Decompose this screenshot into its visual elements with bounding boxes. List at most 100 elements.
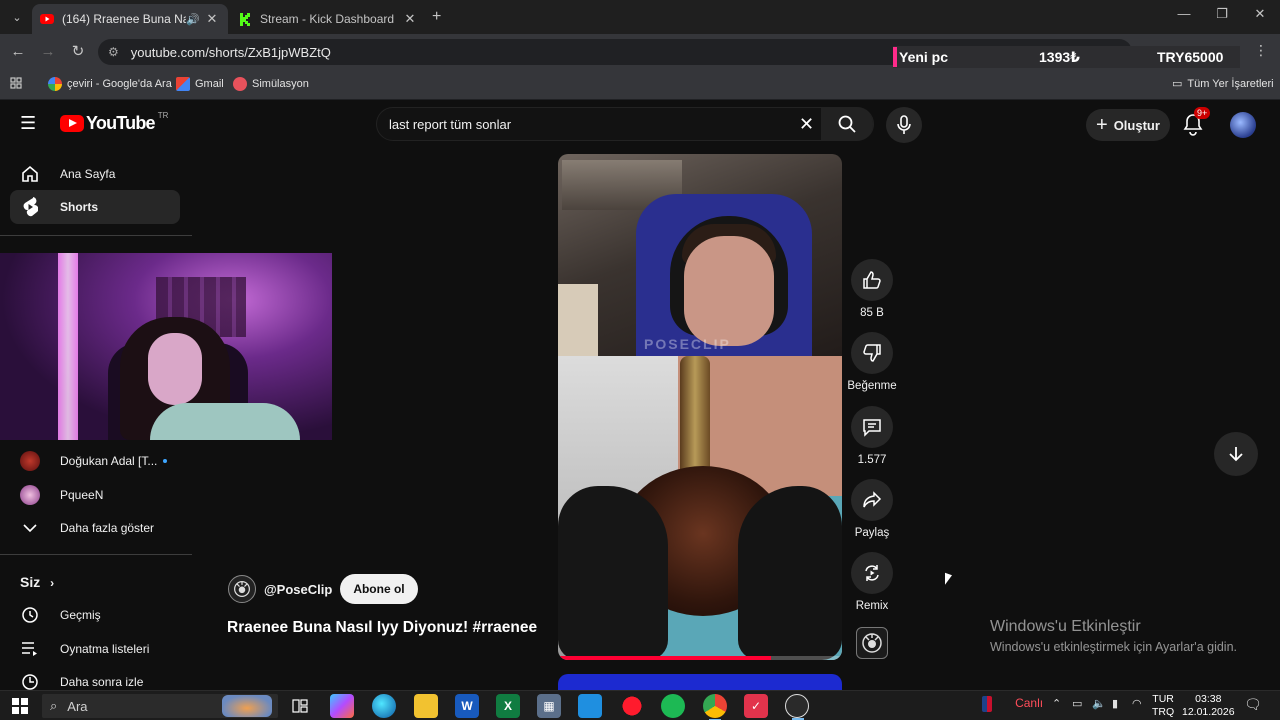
windows-taskbar: ⌕ Ara W X ▦ ✓ Canlı ⌃ ▭ 🔈 ▮ ◠ TUR TRQ 03… [0,690,1280,720]
all-bookmarks-label: Tüm Yer İşaretleri [1187,77,1274,90]
like-button[interactable] [851,259,893,301]
you-section-heading[interactable]: Siz › [20,574,54,590]
channel-name[interactable]: @PoseClip [264,582,332,597]
edge-icon[interactable] [372,694,396,718]
dislike-button[interactable] [851,332,893,374]
create-button[interactable]: + Oluştur [1086,109,1170,141]
show-more-button[interactable]: Daha fazla göster [10,511,180,545]
channel-avatar [20,451,40,471]
search-icon [838,115,856,133]
apps-grid-icon[interactable] [10,77,22,89]
subscribe-button[interactable]: Abone ol [340,574,418,604]
bookmark-simulasyon[interactable]: Simülasyon [233,77,309,91]
tab-search-dropdown[interactable]: ⌄ [6,6,28,28]
file-explorer-icon[interactable] [414,694,438,718]
video-progress-bar[interactable] [558,656,842,660]
tray-chevron-icon[interactable]: ⌃ [1052,697,1061,710]
comments-button[interactable] [851,406,893,448]
notification-center-icon[interactable]: 🗨 [1244,696,1262,713]
lamp [558,284,598,356]
chevron-down-icon [20,518,40,538]
url-text: youtube.com/shorts/ZxB1jpWBZtQ [130,44,331,60]
windows-start-icon[interactable] [12,698,28,714]
close-tab-icon[interactable]: ✕ [204,11,220,27]
back-icon[interactable]: ← [8,42,28,62]
channel-avatar[interactable] [228,575,256,603]
next-short-preview[interactable] [558,674,842,690]
opera-icon[interactable] [620,694,644,718]
share-icon [863,491,882,508]
sound-source-avatar[interactable] [856,627,888,659]
youtube-logo[interactable]: YouTube TR [60,111,168,134]
subscription-dogukan[interactable]: Doğukan Adal [T... [10,444,180,478]
battery-icon[interactable]: ▭ [1072,697,1082,710]
search-button[interactable] [821,107,873,141]
store-icon[interactable] [578,694,602,718]
tab-title: (164) Rraenee Buna Nasıl Iy [62,12,186,26]
obs-icon[interactable] [785,694,809,720]
dislike-action[interactable]: Beğenme [847,332,897,392]
excel-icon[interactable]: X [496,694,520,718]
wifi-icon[interactable]: ◠ [1132,697,1142,710]
gamer-face [684,236,774,346]
taskbar-clock[interactable]: 03:38 12.01.2026 [1182,693,1235,719]
reload-icon[interactable]: ↻ [68,42,88,62]
remix-action[interactable]: Remix [850,552,894,612]
simulation-icon [233,77,247,91]
share-action[interactable]: Paylaş [850,479,894,539]
spotify-icon[interactable] [661,694,685,718]
activation-title: Windows'u Etkinleştir [990,618,1141,635]
search-highlight-image [222,695,272,717]
streaming-app-icon[interactable]: ✓ [744,694,768,718]
search-box[interactable]: last report tüm sonlar ✕ [376,107,874,141]
remix-button[interactable] [851,552,893,594]
bookmark-gmail[interactable]: Gmail [176,77,224,91]
calculator-icon[interactable]: ▦ [537,694,561,718]
all-bookmarks[interactable]: ▭ Tüm Yer İşaretleri [1172,77,1274,91]
account-avatar[interactable] [1230,112,1256,138]
live-indicator [163,459,168,463]
notifications-button[interactable]: 9+ [1180,107,1211,139]
mouse-cursor [945,572,952,588]
nba-live-widget[interactable]: Canlı [982,696,1043,713]
input-language[interactable]: TUR TRQ [1152,693,1174,719]
subscription-label: PqueeN [60,488,104,502]
volume-icon[interactable]: 🔈 [1092,697,1106,710]
bookmark-label: Gmail [195,78,224,90]
bookmark-google-translate[interactable]: çeviri - Google'da Ara [48,77,172,91]
voice-search-button[interactable] [886,107,922,143]
close-window-icon[interactable]: ✕ [1250,6,1270,22]
sidebar-item-shorts[interactable]: Shorts [10,190,180,224]
logo-text: YouTube [86,113,156,133]
comments-action[interactable]: 1.577 [850,406,894,466]
site-info-icon[interactable]: ⚙ [108,45,119,59]
chrome-icon[interactable] [703,694,727,720]
new-tab-button[interactable]: + [432,8,441,26]
speaker-icon[interactable]: 🔊 [186,13,202,26]
copilot-icon[interactable] [330,694,354,718]
short-video-player[interactable]: POSECLIP [558,154,842,660]
tab-kick-dashboard[interactable]: Stream - Kick Dashboard ✕ [230,4,426,34]
task-view-icon[interactable] [288,694,312,718]
next-short-button[interactable] [1214,432,1258,476]
short-title[interactable]: Rraenee Buna Nasıl Iyy Diyonuz! #rraenee [227,619,537,637]
video-progress-fill [558,656,771,660]
clear-search-icon[interactable]: ✕ [799,114,814,135]
browser-menu-icon[interactable]: ⋮ [1254,42,1268,59]
word-icon[interactable]: W [455,694,479,718]
like-action[interactable]: 85 B [850,259,894,319]
sidebar-item-home[interactable]: Ana Sayfa [10,157,180,191]
taskbar-search[interactable]: ⌕ Ara [42,694,278,718]
subscription-pqueen[interactable]: PqueeN [10,478,180,512]
search-input[interactable]: last report tüm sonlar [389,117,511,132]
minimize-icon[interactable]: — [1174,6,1194,21]
maximize-icon[interactable]: ❐ [1212,6,1232,22]
microphone-tray-icon[interactable]: ▮ [1112,697,1118,710]
forward-icon[interactable]: → [38,42,58,62]
share-button[interactable] [851,479,893,521]
sidebar-item-playlists[interactable]: Oynatma listeleri [10,632,180,666]
close-tab-icon[interactable]: ✕ [402,11,418,27]
tab-youtube[interactable]: (164) Rraenee Buna Nasıl Iy 🔊 ✕ [32,4,228,34]
menu-icon[interactable]: ☰ [20,113,40,133]
sidebar-item-history[interactable]: Geçmiş [10,598,180,632]
